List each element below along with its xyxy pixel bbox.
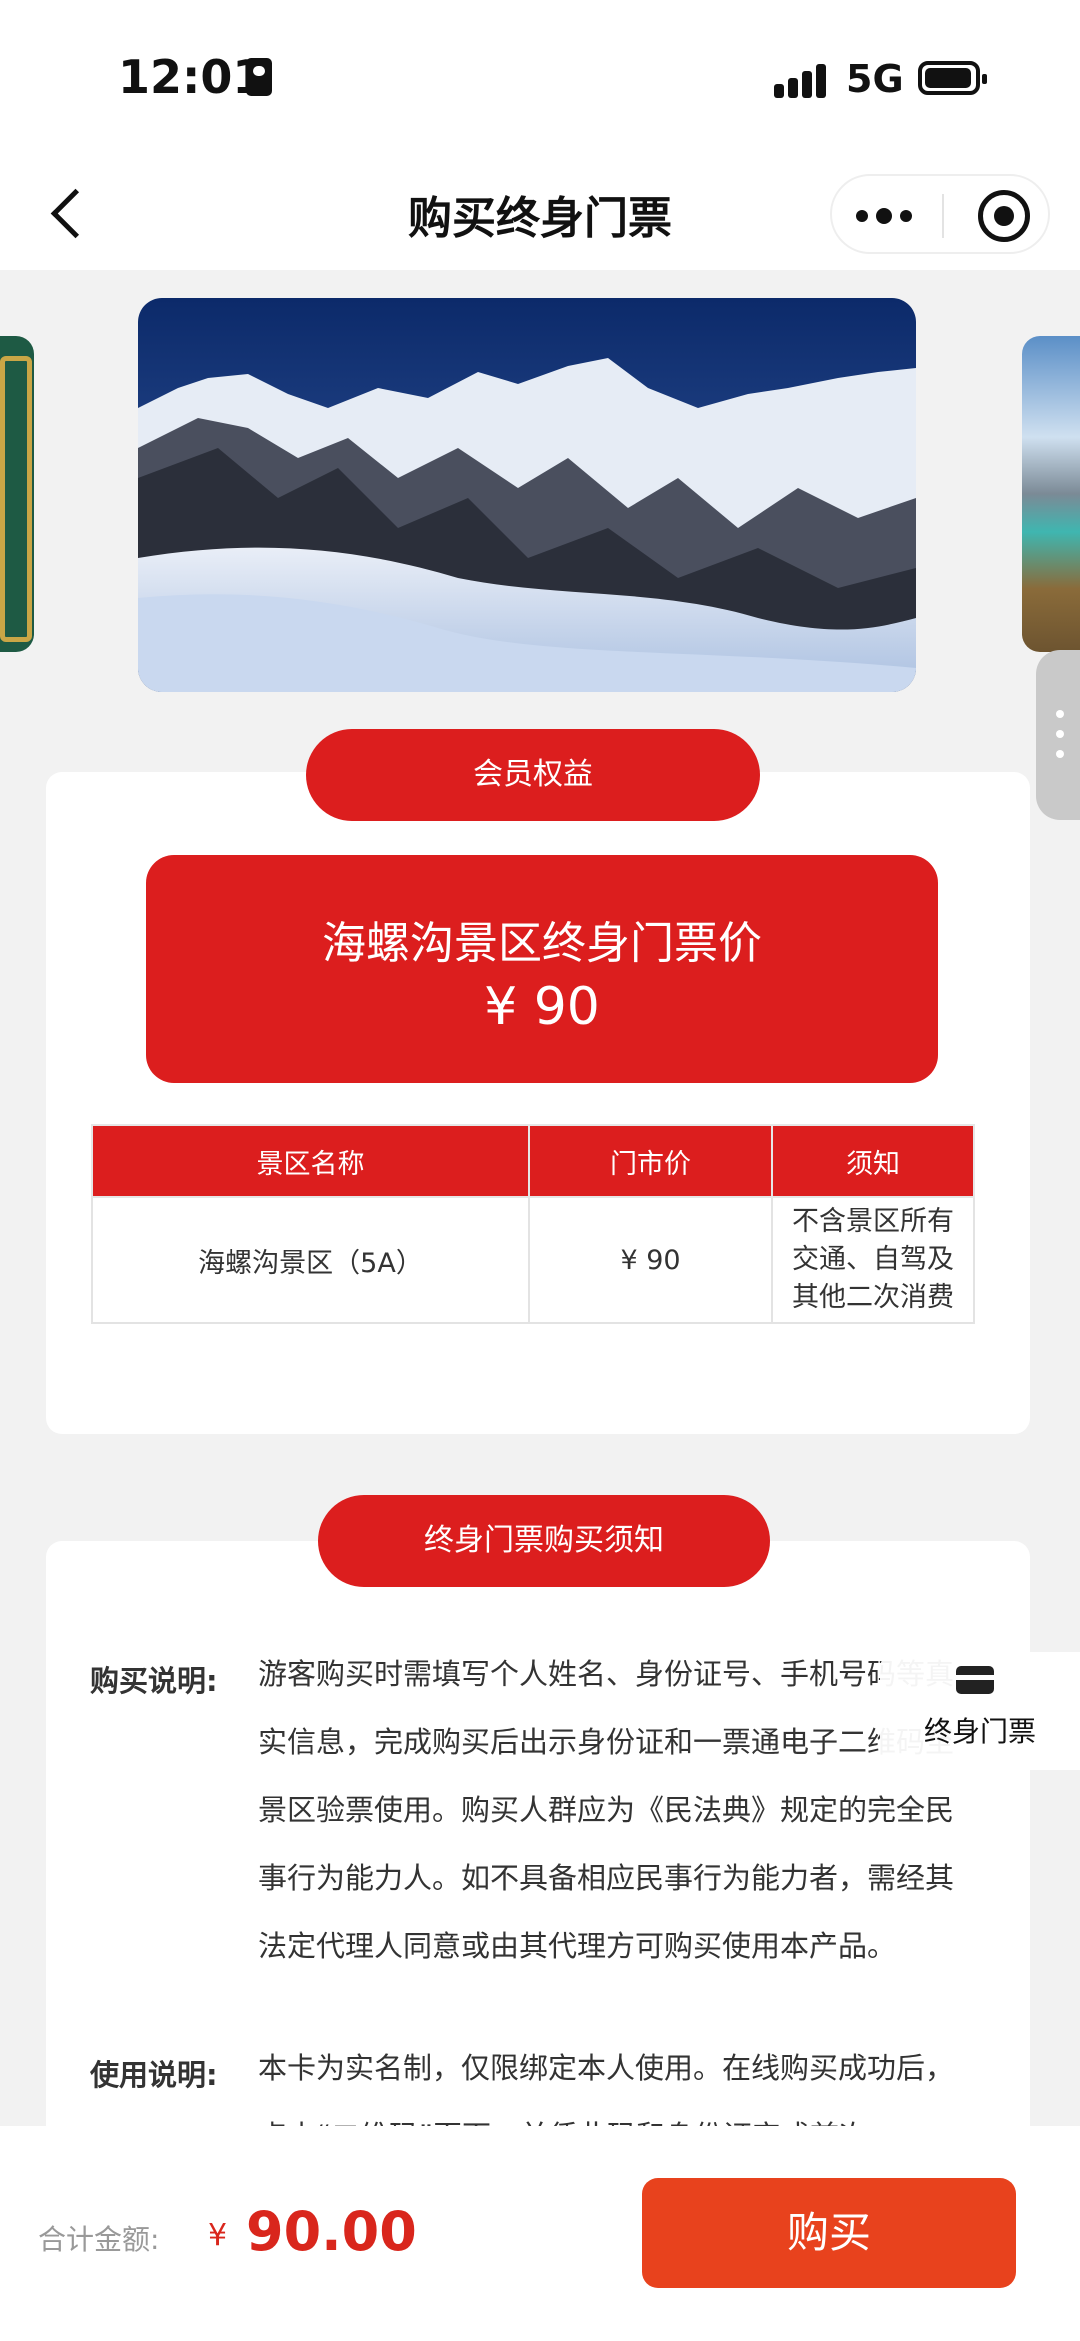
side-scroll-handle[interactable]: [1036, 650, 1080, 820]
mountain-photo: [138, 298, 916, 692]
header-scenic-name: 景区名称: [91, 1124, 530, 1198]
lifetime-ticket-shortcut[interactable]: 终身门票: [880, 1652, 1080, 1770]
status-bar: 12:01 5G: [0, 0, 1080, 160]
total-amount: 90.00: [246, 2200, 417, 2263]
purchase-notice-pill: 终身门票购买须知: [318, 1495, 770, 1587]
carousel-card-mountain[interactable]: [138, 298, 916, 692]
table-row: 海螺沟景区（5A） ¥ 90 不含景区所有交通、自驾及其他二次消费: [91, 1196, 975, 1324]
usage-text: 本卡为实名制，仅限绑定本人使用。在线购买成功后，点击“二维码”页面，并凭此码和身…: [258, 2051, 955, 2130]
network-label: 5G: [846, 57, 904, 101]
header-market-price: 门市价: [528, 1124, 773, 1198]
signal-icon: [774, 62, 838, 98]
scenic-info-table: 景区名称 门市价 须知 海螺沟景区（5A） ¥ 90 不含景区所有交通、自驾及其…: [91, 1124, 975, 1324]
battery-icon: [918, 61, 987, 95]
checkout-bar: 合计金额: ¥ 90.00 购买: [0, 2126, 1080, 2341]
status-time: 12:01: [118, 50, 265, 104]
usage-notice-row: 使用说明: 本卡为实名制，仅限绑定本人使用。在线购买成功后，点击“二维码”页面，…: [90, 2040, 990, 2130]
member-benefits-pill: 会员权益: [306, 729, 760, 821]
carousel-card-next[interactable]: [1022, 336, 1080, 652]
carousel-card-prev[interactable]: [0, 336, 34, 652]
miniapp-capsule: [830, 174, 1050, 254]
purchase-text: 游客购买时需填写个人姓名、身份证号、手机号码等真实信息，完成购买后出示身份证和一…: [258, 1657, 955, 1963]
purchase-notice-row: 购买说明: 游客购买时需填写个人姓名、身份证号、手机号码等真实信息，完成购买后出…: [90, 1657, 990, 1998]
capsule-divider: [942, 194, 944, 238]
price-title: 海螺沟景区终身门票价: [322, 918, 762, 969]
close-miniapp-icon[interactable]: [978, 190, 1030, 242]
more-icon[interactable]: [852, 200, 922, 232]
cell-scenic-name: 海螺沟景区（5A）: [91, 1196, 530, 1324]
usage-label: 使用说明:: [90, 2058, 218, 2092]
id-badge-icon: [246, 58, 272, 96]
lifetime-price-box: 海螺沟景区终身门票价 ¥ 90: [146, 855, 938, 1083]
cell-notice: 不含景区所有交通、自驾及其他二次消费: [771, 1196, 975, 1324]
nav-bar: 购买终身门票: [0, 160, 1080, 270]
shortcut-label: 终身门票: [923, 1715, 1036, 1748]
cell-market-price: ¥ 90: [528, 1196, 773, 1324]
buy-button[interactable]: 购买: [642, 2178, 1016, 2288]
header-notice: 须知: [771, 1124, 975, 1198]
purchase-label: 购买说明:: [90, 1664, 218, 1698]
price-value: ¥ 90: [484, 977, 600, 1037]
total-label: 合计金额:: [38, 2223, 160, 2256]
image-carousel[interactable]: [0, 270, 1080, 710]
card-icon: [956, 1666, 994, 1694]
currency-symbol: ¥: [208, 2218, 228, 2253]
